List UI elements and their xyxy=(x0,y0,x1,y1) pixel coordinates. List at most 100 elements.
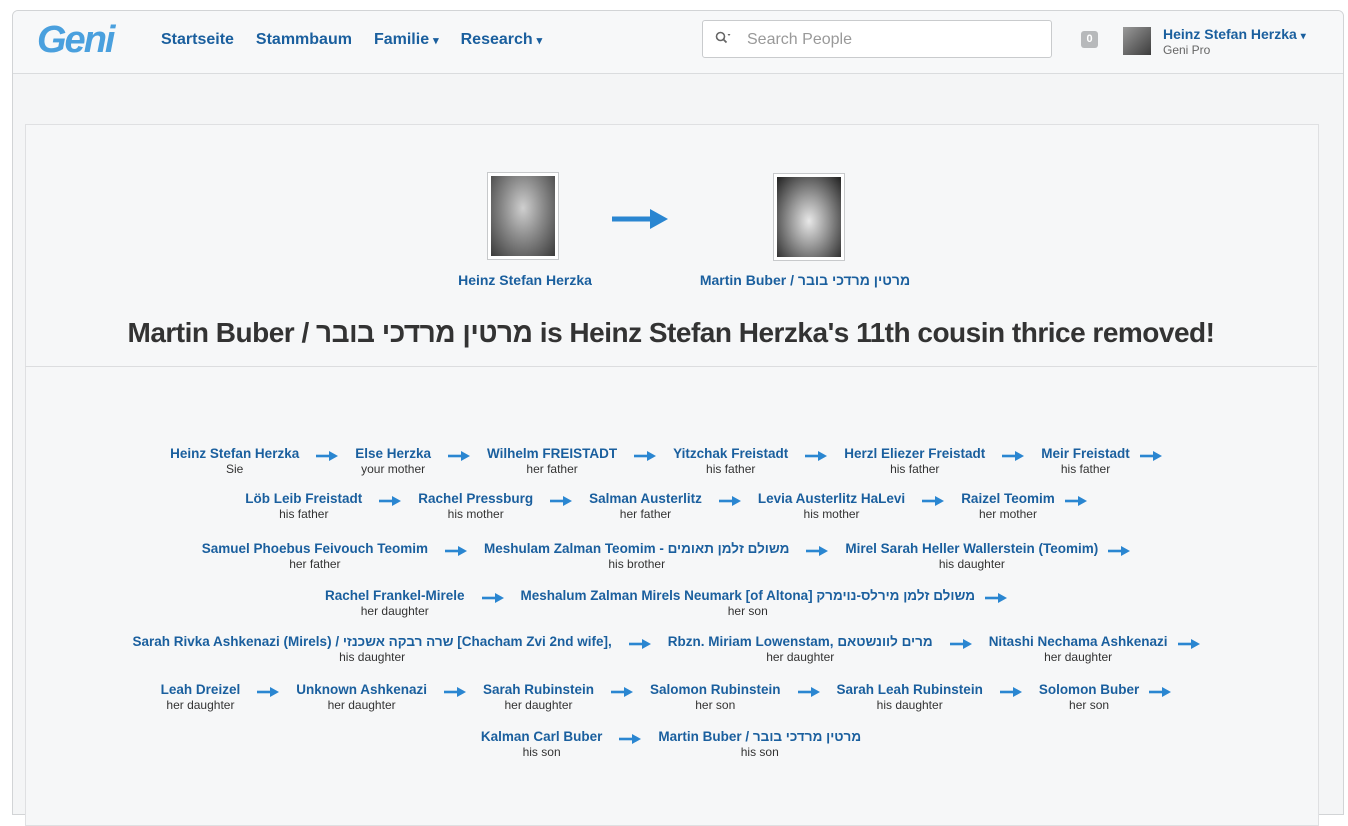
nav-label: Research xyxy=(460,31,533,48)
user-menu[interactable]: Heinz Stefan Herzka ▾ xyxy=(1163,26,1306,42)
chain-person: Sarah Rubinstein her daughter xyxy=(483,682,594,712)
chain-person: Wilhelm FREISTADT her father xyxy=(487,446,617,476)
chain-row: Kalman Carl Buber his son Martin Buber / מ… xyxy=(25,729,1317,759)
person-link[interactable]: Kalman Carl Buber xyxy=(481,729,603,745)
user-plan: Geni Pro xyxy=(1163,43,1211,57)
arrow-right-icon xyxy=(1098,541,1140,557)
person-link[interactable]: Löb Leib Freistadt xyxy=(245,491,362,507)
person-link[interactable]: Leah Dreizel xyxy=(161,682,241,698)
person-link[interactable]: Heinz Stefan Herzka xyxy=(170,446,299,462)
nav-label: Familie xyxy=(373,31,430,48)
arrow-right-icon xyxy=(702,491,758,507)
person-relation: her son xyxy=(1069,698,1110,712)
person-relation: his mother xyxy=(447,507,504,521)
arrow-right-icon xyxy=(905,491,961,507)
person-link[interactable]: Unknown Ashkenazi xyxy=(296,682,427,698)
person-relation: her son xyxy=(695,698,736,712)
search-icon[interactable] xyxy=(715,31,731,48)
from-person-link[interactable]: Heinz Stefan Herzka xyxy=(440,272,610,288)
chain-row: Leah Dreizel her daughter Unknown Ashkenaz… xyxy=(25,682,1317,712)
person-link[interactable]: Salman Austerlitz xyxy=(589,491,702,507)
person-link[interactable]: Levia Austerlitz HaLevi xyxy=(758,491,905,507)
person-link[interactable]: Rachel Frankel-Mirele xyxy=(325,588,465,604)
person-relation: her daughter xyxy=(166,698,235,712)
arrow-right-icon xyxy=(789,541,845,557)
person-link[interactable]: Mirel Sarah Heller Wallerstein (Teomim) xyxy=(845,541,1098,557)
person-relation: her father xyxy=(526,462,578,476)
chevron-down-icon: ▾ xyxy=(536,35,543,47)
chain-person: Sarah Rivka Ashkenazi (Mirels) / שרה רבק… xyxy=(132,634,611,664)
person-link[interactable]: Rbzn. Miriam Lowenstam, מרים לוונשטאם xyxy=(668,634,933,650)
person-relation: her daughter xyxy=(1044,650,1113,664)
nav-research[interactable]: Research ▾ xyxy=(461,31,543,49)
geni-logo[interactable]: Geni xyxy=(37,19,115,62)
chain-person: Sarah Leah Rubinstein his daughter xyxy=(837,682,983,712)
arrow-right-icon xyxy=(983,682,1039,698)
person-link[interactable]: Raizel Teomim xyxy=(961,491,1055,507)
person-link[interactable]: Meshalum Zalman Mirels Neumark [of Alton… xyxy=(521,588,975,604)
arrow-right-icon xyxy=(299,446,355,462)
chain-row: Sarah Rivka Ashkenazi (Mirels) / שרה רבק… xyxy=(25,634,1317,664)
divider xyxy=(25,366,1317,367)
person-link[interactable]: Sarah Rivka Ashkenazi (Mirels) / שרה רבק… xyxy=(132,634,611,650)
profile-photo-from[interactable] xyxy=(487,172,559,260)
chain-row: Löb Leib Freistadt his father Rachel Press… xyxy=(25,491,1317,521)
person-relation: Sie xyxy=(226,462,244,476)
arrow-right-icon xyxy=(985,446,1041,462)
person-relation: his brother xyxy=(608,557,666,571)
person-link[interactable]: Herzl Eliezer Freistadt xyxy=(844,446,985,462)
profile-photo-image xyxy=(777,177,841,257)
nav-stammbaum[interactable]: Stammbaum xyxy=(256,31,352,49)
person-link[interactable]: Sarah Rubinstein xyxy=(483,682,594,698)
nav-startseite[interactable]: Startseite xyxy=(161,31,234,49)
arrow-right-icon xyxy=(612,634,668,650)
person-relation: your mother xyxy=(361,462,426,476)
chain-row: Rachel Frankel-Mirele her daughter Meshalu… xyxy=(25,588,1317,618)
to-person-link[interactable]: Martin Buber / מרטין מרדכי בובר xyxy=(680,272,930,288)
person-relation: her daughter xyxy=(360,604,429,618)
user-name: Heinz Stefan Herzka xyxy=(1163,26,1297,42)
person-link[interactable]: Yitzchak Freistadt xyxy=(673,446,788,462)
person-link[interactable]: Else Herzka xyxy=(355,446,431,462)
chevron-down-icon: ▾ xyxy=(1300,31,1306,42)
search-input[interactable] xyxy=(745,27,1039,53)
arrow-right-icon xyxy=(975,588,1017,604)
person-link[interactable]: Samuel Phoebus Feivouch Teomim xyxy=(202,541,428,557)
person-link[interactable]: Wilhelm FREISTADT xyxy=(487,446,617,462)
person-relation: his daughter xyxy=(938,557,1005,571)
person-link[interactable]: Meshulam Zalman Teomim - משולם זלמן תאומ… xyxy=(484,541,789,557)
arrow-right-icon xyxy=(1168,634,1210,650)
arrow-right-icon xyxy=(788,446,844,462)
person-link[interactable]: Martin Buber / מרטין מרדכי בובר xyxy=(658,729,861,745)
person-link[interactable]: Sarah Leah Rubinstein xyxy=(837,682,983,698)
profile-photo-image xyxy=(491,176,555,256)
chain-person: Mirel Sarah Heller Wallerstein (Teomim) h… xyxy=(845,541,1098,571)
person-relation: his son xyxy=(522,745,561,759)
person-relation: her mother xyxy=(978,507,1037,521)
chain-person: Heinz Stefan Herzka Sie xyxy=(170,446,299,476)
person-link[interactable]: Salomon Rubinstein xyxy=(650,682,781,698)
nav-label: Startseite xyxy=(161,31,234,48)
avatar[interactable] xyxy=(1123,27,1151,55)
chain-person: Samuel Phoebus Feivouch Teomim her father xyxy=(202,541,428,571)
nav-familie[interactable]: Familie ▾ xyxy=(374,31,439,49)
chain-person: Martin Buber / מרטין מרדכי בובר his son xyxy=(658,729,861,759)
person-relation: his father xyxy=(1060,462,1111,476)
arrow-right-icon xyxy=(427,682,483,698)
arrow-right-icon xyxy=(612,209,668,229)
person-link[interactable]: Rachel Pressburg xyxy=(418,491,533,507)
profile-photo-to[interactable] xyxy=(773,173,845,261)
person-relation: her daughter xyxy=(327,698,396,712)
chain-person: Nitashi Nechama Ashkenazi her daughter xyxy=(989,634,1168,664)
person-link[interactable]: Meir Freistadt xyxy=(1041,446,1130,462)
person-link[interactable]: Solomon Buber xyxy=(1039,682,1140,698)
person-link[interactable]: Nitashi Nechama Ashkenazi xyxy=(989,634,1168,650)
arrow-right-icon xyxy=(428,541,484,557)
chain-person: Rachel Pressburg his mother xyxy=(418,491,533,521)
person-relation: her father xyxy=(619,507,672,521)
arrow-right-icon xyxy=(431,446,487,462)
chain-row: Samuel Phoebus Feivouch Teomim her father… xyxy=(25,541,1317,571)
chain-row: Heinz Stefan Herzka Sie Else Herzka your mo… xyxy=(25,446,1317,476)
top-navbar: Geni Startseite Stammbaum Familie ▾ Resea… xyxy=(13,11,1343,74)
notification-badge[interactable]: 0 xyxy=(1081,31,1098,48)
